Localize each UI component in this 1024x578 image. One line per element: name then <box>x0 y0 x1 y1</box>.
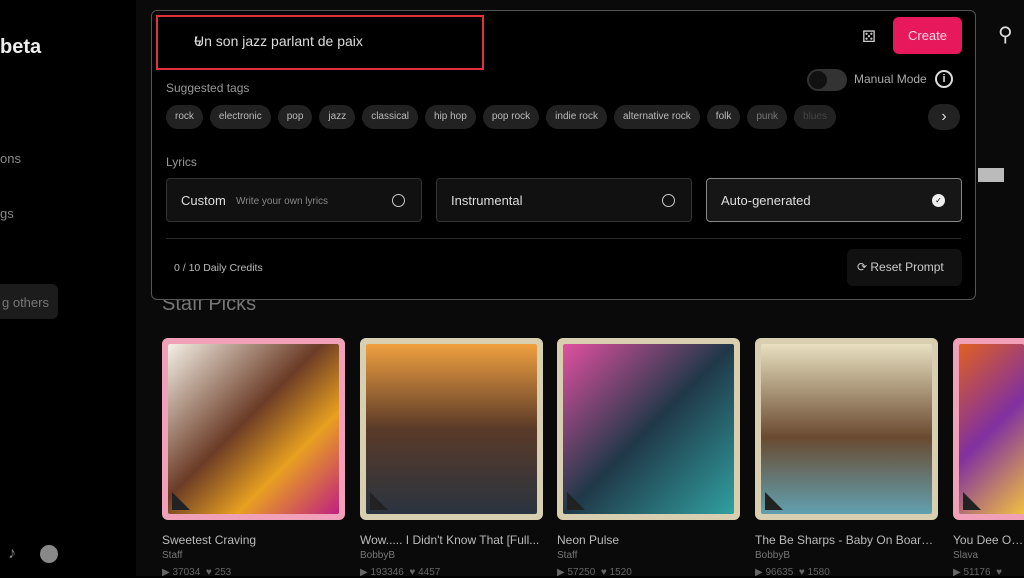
sidebar-item[interactable]: gs <box>0 206 14 221</box>
option-title: Custom <box>181 193 226 208</box>
song-stats: ▶ 193346 ♥ 4457 <box>360 567 440 578</box>
like-count: 253 <box>214 567 232 578</box>
song-card[interactable] <box>953 338 1024 520</box>
tag-chip[interactable]: punk <box>747 105 788 129</box>
refresh-icon: ⟳ <box>857 260 871 274</box>
app-logo-text: beta <box>0 36 42 58</box>
search-icon[interactable]: ⚲ <box>998 22 1013 47</box>
play-icon: ▶ <box>557 567 568 578</box>
play-count: 57250 <box>567 567 596 578</box>
prompt-input[interactable]: ϟ Un son jazz parlant de paix <box>156 15 484 70</box>
song-title[interactable]: You Dee Oh ( <box>953 533 1024 547</box>
tag-chip[interactable]: alternative rock <box>613 105 700 129</box>
tag-chip[interactable]: pop rock <box>482 105 540 129</box>
option-title: Instrumental <box>451 193 523 208</box>
create-button[interactable]: Create <box>893 17 962 54</box>
song-title[interactable]: Wow..... I Didn't Know That [Full... <box>360 533 543 547</box>
random-dice-icon[interactable]: ⚄ <box>862 27 876 47</box>
cover-art <box>563 344 734 514</box>
tag-chip[interactable]: classical <box>362 105 418 129</box>
song-card[interactable] <box>557 338 740 520</box>
option-title: Auto-generated <box>721 193 811 208</box>
sidebar-item[interactable]: ons <box>0 151 21 166</box>
tag-chip[interactable]: pop <box>277 105 313 129</box>
reddit-icon[interactable] <box>40 545 58 563</box>
play-icon: ▶ <box>953 567 964 578</box>
song-title[interactable]: The Be Sharps - Baby On Board,... <box>755 533 938 547</box>
song-author[interactable]: Staff <box>557 550 577 561</box>
info-icon[interactable]: i <box>935 70 953 88</box>
song-author[interactable]: Staff <box>162 550 182 561</box>
play-icon: ▶ <box>755 567 766 578</box>
heart-icon: ♥ <box>798 567 808 578</box>
heart-icon: ♥ <box>996 567 1003 578</box>
create-panel: ϟ Un son jazz parlant de paix ⚄ Create S… <box>151 10 976 300</box>
divider <box>166 238 961 239</box>
song-stats: ▶ 51176 ♥ <box>953 567 1002 578</box>
option-subtitle: Write your own lyrics <box>236 196 329 207</box>
tag-chip[interactable]: rock <box>166 105 203 129</box>
tiktok-icon[interactable]: ♪ <box>8 545 16 563</box>
song-title[interactable]: Sweetest Craving <box>162 533 345 547</box>
sidebar-pill-button[interactable]: g others <box>0 284 58 319</box>
play-count: 96635 <box>765 567 794 578</box>
reset-label: Reset Prompt <box>870 260 944 274</box>
suggested-tags-label: Suggested tags <box>166 81 250 95</box>
heart-icon: ♥ <box>409 567 419 578</box>
song-title[interactable]: Neon Pulse <box>557 533 740 547</box>
tag-chip[interactable]: jazz <box>319 105 356 129</box>
lyrics-option-custom[interactable]: Custom Write your own lyrics <box>166 178 422 222</box>
lyrics-option-instrumental[interactable]: Instrumental <box>436 178 692 222</box>
chevron-right-icon[interactable]: › <box>928 104 960 130</box>
play-icon: ▶ <box>360 567 371 578</box>
lyrics-option-auto[interactable]: Auto-generated ✓ <box>706 178 962 222</box>
song-stats: ▶ 96635 ♥ 1580 <box>755 567 830 578</box>
reset-prompt-button[interactable]: ⟳ Reset Prompt <box>847 249 962 286</box>
song-card[interactable] <box>162 338 345 520</box>
like-count: 1520 <box>609 567 632 578</box>
song-card[interactable] <box>360 338 543 520</box>
manual-mode-label: Manual Mode <box>854 72 927 86</box>
radio-icon <box>392 194 405 207</box>
like-count: 1580 <box>807 567 830 578</box>
song-author[interactable]: BobbyB <box>755 550 790 561</box>
tag-chip[interactable]: hip hop <box>425 105 476 129</box>
radio-icon <box>662 194 675 207</box>
prompt-text: Un son jazz parlant de paix <box>194 33 363 49</box>
lyrics-label: Lyrics <box>166 155 197 169</box>
tag-list: rock electronic pop jazz classical hip h… <box>166 105 836 129</box>
play-icon: ▶ <box>162 567 173 578</box>
cover-art <box>761 344 932 514</box>
heart-icon: ♥ <box>205 567 215 578</box>
background-bar <box>978 168 1004 182</box>
song-card[interactable] <box>755 338 938 520</box>
cover-art <box>168 344 339 514</box>
cover-art <box>366 344 537 514</box>
tag-chip[interactable]: blues <box>794 105 836 129</box>
manual-mode-toggle[interactable] <box>807 69 847 91</box>
heart-icon: ♥ <box>600 567 610 578</box>
tag-chip[interactable]: indie rock <box>546 105 607 129</box>
check-icon: ✓ <box>932 194 945 207</box>
tag-chip[interactable]: folk <box>706 105 741 129</box>
like-count: 4457 <box>418 567 441 578</box>
song-author[interactable]: BobbyB <box>360 550 395 561</box>
cover-art <box>959 344 1024 514</box>
song-author[interactable]: Slava <box>953 550 978 561</box>
play-count: 193346 <box>370 567 404 578</box>
play-count: 51176 <box>963 567 991 578</box>
play-count: 37034 <box>172 567 201 578</box>
song-stats: ▶ 57250 ♥ 1520 <box>557 567 632 578</box>
tag-chip[interactable]: electronic <box>209 105 271 129</box>
song-stats: ▶ 37034 ♥ 253 <box>162 567 231 578</box>
daily-credits: 0 / 10 Daily Credits <box>174 262 263 274</box>
